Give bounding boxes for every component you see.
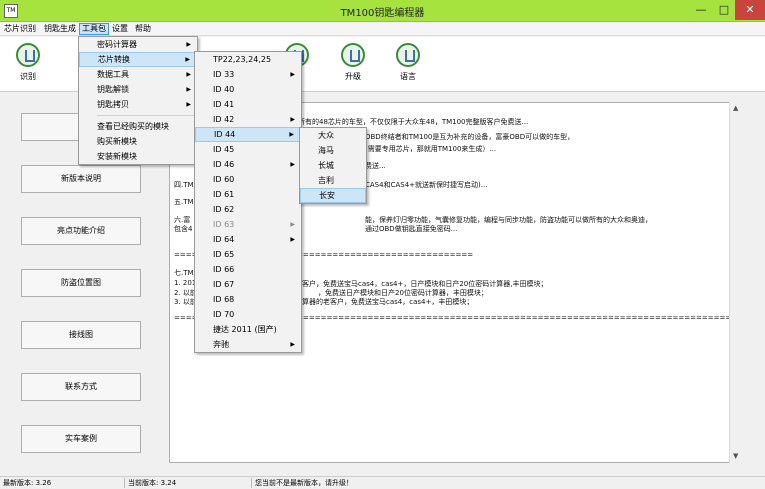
maximize-button[interactable]: □ xyxy=(711,0,737,20)
text-line: 四.TM xyxy=(174,181,194,189)
menu-bar: 芯片识别 钥匙生成 工具包 设置 帮助 xyxy=(0,22,765,36)
menu-item-password-calculator[interactable]: 密码计算器 ▶ xyxy=(79,37,197,52)
menu-item-jetta-2011[interactable]: 捷达 2011 (国产) xyxy=(195,322,301,337)
tools-menu: 密码计算器 ▶ 芯片转换 ▶ 数据工具 ▶ 钥匙解锁 ▶ 钥匙拷贝 ▶ 查看已经购买的模块… xyxy=(78,36,198,165)
menu-item-id33[interactable]: ID 33 ▶ xyxy=(195,67,301,82)
submenu-arrow-icon: ▶ xyxy=(186,41,191,48)
menu-item-tp22[interactable]: TP22,23,24,25 xyxy=(195,52,301,67)
upgrade-message: 您当前不是最新版本，请升级！ xyxy=(255,479,353,487)
id44-submenu: 大众 海马 长城 吉利 长安 xyxy=(299,127,367,204)
scroll-down-icon[interactable]: ▼ xyxy=(733,452,738,460)
menu-item-id65[interactable]: ID 65 xyxy=(195,247,301,262)
menu-item-id45[interactable]: ID 45 xyxy=(195,142,301,157)
submenu-arrow-icon: ▶ xyxy=(290,71,295,78)
menu-item-id61[interactable]: ID 61 xyxy=(195,187,301,202)
menu-item-benz[interactable]: 奔驰 ▶ xyxy=(195,337,301,352)
current-version-text: 当前版本: 3.24 xyxy=(128,479,177,487)
submenu-arrow-icon: ▶ xyxy=(289,131,294,138)
menu-chip-identify[interactable]: 芯片识别 xyxy=(2,23,38,35)
menu-item-haima[interactable]: 海马 xyxy=(300,143,366,158)
submenu-arrow-icon: ▶ xyxy=(186,71,191,78)
menu-item-id42[interactable]: ID 42 ▶ xyxy=(195,112,301,127)
text-line: 通过OBD做钥匙直接免密码... xyxy=(365,225,458,233)
text-line: 七.TM xyxy=(174,269,194,277)
upgrade-button[interactable]: 升级 xyxy=(335,43,371,82)
latest-version-text: 最新版本: 3.26 xyxy=(3,479,52,487)
sidebar-button-new-version[interactable]: 新版本说明 xyxy=(21,165,141,193)
upgrade-icon xyxy=(341,43,365,67)
text-line: CAS4和CAS4+就送新保时捷写启动)... xyxy=(365,181,488,189)
text-line: 包含4 xyxy=(174,225,193,233)
submenu-arrow-icon: ▶ xyxy=(290,341,295,348)
title-bar: TM TM100钥匙编程器 — □ ✕ xyxy=(0,0,765,22)
menu-settings[interactable]: 设置 xyxy=(110,23,130,35)
sidebar-button-contact[interactable]: 联系方式 xyxy=(21,373,141,401)
scroll-up-icon[interactable]: ▲ xyxy=(733,104,738,112)
submenu-arrow-icon: ▶ xyxy=(290,236,295,243)
text-line: 费送... xyxy=(365,162,386,170)
menu-item-id40[interactable]: ID 40 xyxy=(195,82,301,97)
menu-item-view-modules[interactable]: 查看已经购买的模块 xyxy=(79,119,197,134)
submenu-arrow-icon: ▶ xyxy=(186,101,191,108)
menu-item-id70[interactable]: ID 70 xyxy=(195,307,301,322)
sidebar-button-immo-location[interactable]: 防盗位置图 xyxy=(21,269,141,297)
menu-item-id44[interactable]: ID 44 ▶ xyxy=(195,127,301,142)
vertical-scrollbar[interactable]: ▲ ▼ xyxy=(729,102,744,463)
text-line: 所有的48芯片的车型，不仅仅限于大众车48，TM100完整版客户免费送... xyxy=(298,118,529,126)
menu-item-buy-module[interactable]: 购买新模块 xyxy=(79,134,197,149)
close-button[interactable]: ✕ xyxy=(735,0,765,20)
menu-item-id60[interactable]: ID 60 xyxy=(195,172,301,187)
text-line: 五.TM xyxy=(174,198,194,206)
identify-icon xyxy=(16,43,40,67)
menu-key-generate[interactable]: 钥匙生成 xyxy=(42,23,78,35)
menu-item-id63: ID 63 ▶ xyxy=(195,217,301,232)
menu-item-geely[interactable]: 吉利 xyxy=(300,173,366,188)
submenu-arrow-icon: ▶ xyxy=(185,56,190,63)
chip-convert-submenu: TP22,23,24,25 ID 33 ▶ ID 40 ID 41 ID 42 ▶ … xyxy=(194,51,302,353)
menu-separator xyxy=(97,115,195,116)
window-title: TM100钥匙编程器 xyxy=(340,8,425,19)
menu-item-id62[interactable]: ID 62 xyxy=(195,202,301,217)
sidebar-button-wiring[interactable]: 接线图 xyxy=(21,321,141,349)
language-button[interactable]: 语言 xyxy=(390,43,426,82)
submenu-arrow-icon: ▶ xyxy=(186,86,191,93)
menu-item-key-copy[interactable]: 钥匙拷贝 ▶ xyxy=(79,97,197,112)
menu-item-id68[interactable]: ID 68 xyxy=(195,292,301,307)
submenu-arrow-icon: ▶ xyxy=(290,221,295,228)
menu-item-changan[interactable]: 长安 xyxy=(300,188,366,203)
text-line: 计算器的老客户，免费送宝马cas4，cas4+，丰田模块； xyxy=(295,298,474,306)
text-line: OBD终结者和TM100是互为补充的设备，富豪OBD可以做的车型， xyxy=(365,133,575,141)
menu-toolkit[interactable]: 工具包 xyxy=(79,23,109,35)
submenu-arrow-icon: ▶ xyxy=(290,116,295,123)
text-line: (需要专用芯片，那就用TM100来生成）... xyxy=(365,145,497,153)
menu-item-key-unlock[interactable]: 钥匙解锁 ▶ xyxy=(79,82,197,97)
menu-item-id41[interactable]: ID 41 xyxy=(195,97,301,112)
identify-button[interactable]: 识别 xyxy=(10,43,46,82)
text-line: 1. 201 xyxy=(174,279,197,287)
status-divider xyxy=(124,478,125,488)
menu-item-chip-convert[interactable]: 芯片转换 ▶ xyxy=(79,52,197,67)
menu-item-id64[interactable]: ID 64 ▶ xyxy=(195,232,301,247)
menu-item-vw[interactable]: 大众 xyxy=(300,128,366,143)
menu-item-data-tools[interactable]: 数据工具 ▶ xyxy=(79,67,197,82)
menu-item-install-module[interactable]: 安装新模块 xyxy=(79,149,197,164)
sidebar-button-cases[interactable]: 实车案例 xyxy=(21,425,141,453)
menu-item-id66[interactable]: ID 66 xyxy=(195,262,301,277)
status-bar: 最新版本: 3.26 当前版本: 3.24 您当前不是最新版本，请升级！ xyxy=(0,476,765,489)
menu-help[interactable]: 帮助 xyxy=(133,23,153,35)
language-icon xyxy=(396,43,420,67)
sidebar-button-features[interactable]: 亮点功能介绍 xyxy=(21,217,141,245)
menu-item-greatwall[interactable]: 长城 xyxy=(300,158,366,173)
status-divider xyxy=(251,478,252,488)
submenu-arrow-icon: ▶ xyxy=(290,161,295,168)
menu-item-id67[interactable]: ID 67 xyxy=(195,277,301,292)
menu-item-id46[interactable]: ID 46 ▶ xyxy=(195,157,301,172)
